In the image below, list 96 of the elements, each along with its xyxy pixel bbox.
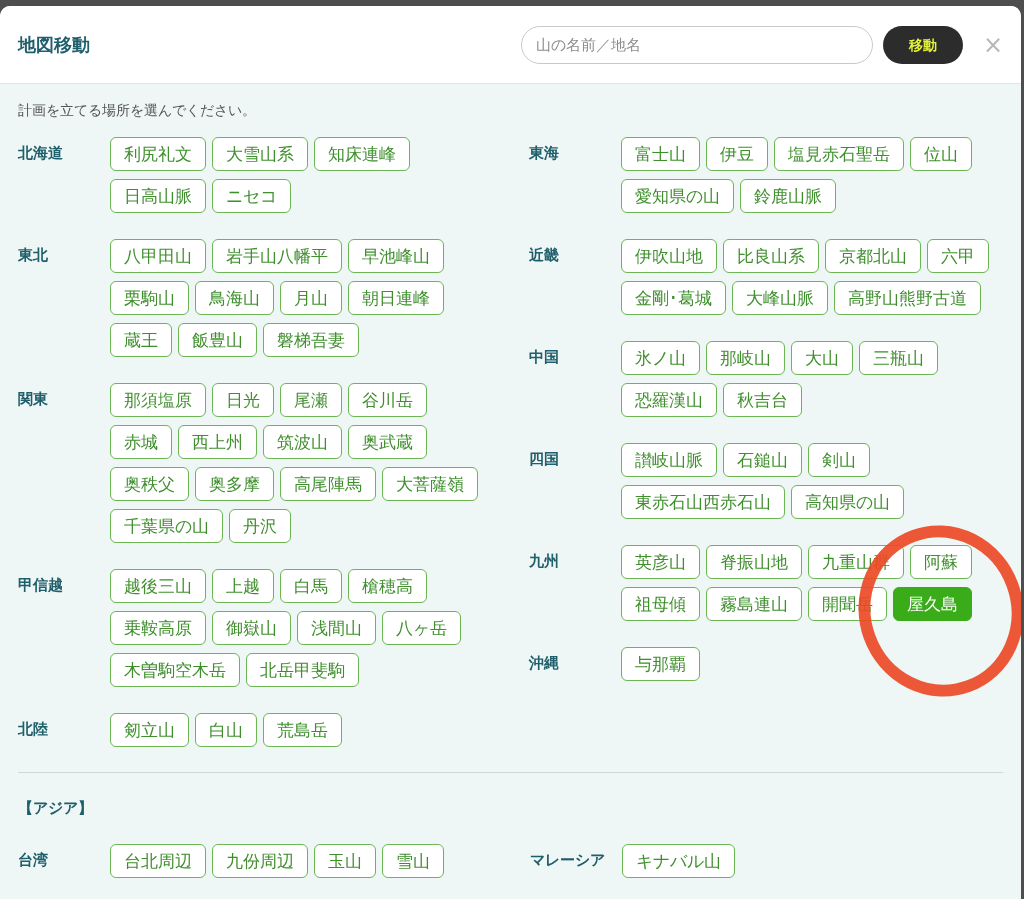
place-chip[interactable]: 荒島岳: [263, 713, 342, 747]
place-chip[interactable]: 千葉県の山: [110, 509, 223, 543]
region-label: 近畿: [529, 245, 561, 265]
place-chip[interactable]: 那須塩原: [110, 383, 206, 417]
place-chip[interactable]: 白馬: [280, 569, 342, 603]
place-chip[interactable]: 石鎚山: [723, 443, 803, 477]
instruction-text: 計画を立てる場所を選んでください。: [18, 102, 257, 120]
place-chip[interactable]: 鈴鹿山脈: [740, 179, 837, 213]
place-chip[interactable]: 比良山系: [723, 239, 820, 273]
place-chip[interactable]: 雪山: [382, 844, 444, 878]
place-chip[interactable]: 八ヶ岳: [382, 611, 461, 645]
place-chip[interactable]: 丹沢: [229, 509, 291, 543]
place-chip[interactable]: 知床連峰: [314, 137, 410, 171]
place-chip[interactable]: 那岐山: [706, 341, 786, 375]
place-chip[interactable]: 大菩薩嶺: [382, 467, 478, 501]
place-chip[interactable]: 与那覇: [621, 647, 701, 681]
place-chip[interactable]: 恐羅漢山: [621, 383, 718, 417]
place-chip[interactable]: 御嶽山: [212, 611, 291, 645]
place-chip[interactable]: 槍穂高: [348, 569, 427, 603]
place-chip[interactable]: 上越: [212, 569, 274, 603]
place-chip[interactable]: 九份周辺: [212, 844, 308, 878]
place-chip[interactable]: 大雪山系: [212, 137, 308, 171]
region-label: 中国: [529, 347, 561, 367]
place-chip[interactable]: 英彦山: [621, 545, 701, 579]
place-chip[interactable]: 飯豊山: [178, 323, 257, 357]
place-chip[interactable]: 愛知県の山: [621, 179, 735, 213]
region-label: 関東: [18, 389, 49, 409]
place-chip[interactable]: 玉山: [314, 844, 376, 878]
place-chip[interactable]: キナバル山: [622, 844, 735, 878]
place-chip[interactable]: 奥多摩: [195, 467, 274, 501]
place-chip[interactable]: 剱立山: [110, 713, 189, 747]
region-label: 北陸: [18, 719, 49, 739]
place-chip[interactable]: 高尾陣馬: [280, 467, 376, 501]
place-chip[interactable]: 東赤石山西赤石山: [621, 485, 786, 519]
place-chip[interactable]: 屋久島: [893, 587, 973, 621]
region-label: 九州: [529, 551, 561, 571]
place-chip[interactable]: 筑波山: [263, 425, 342, 459]
place-chip[interactable]: 八甲田山: [110, 239, 206, 273]
place-chip[interactable]: 大峰山脈: [732, 281, 829, 315]
place-chip[interactable]: 富士山: [621, 137, 701, 171]
place-chip[interactable]: 六甲: [927, 239, 990, 273]
place-chip[interactable]: 鳥海山: [195, 281, 274, 315]
place-chip[interactable]: 岩手山八幡平: [212, 239, 342, 273]
place-chip[interactable]: 赤城: [110, 425, 172, 459]
place-chip[interactable]: 大山: [791, 341, 854, 375]
place-chip[interactable]: 三瓶山: [859, 341, 939, 375]
place-chip[interactable]: 阿蘇: [910, 545, 973, 579]
section-heading: 【アジア】: [18, 799, 94, 818]
place-chip[interactable]: 尾瀬: [280, 383, 342, 417]
place-chip[interactable]: 蔵王: [110, 323, 172, 357]
place-chip[interactable]: 白山: [195, 713, 257, 747]
place-chip[interactable]: 高野山熊野古道: [834, 281, 982, 315]
region-label: 北海道: [18, 143, 64, 163]
place-chip[interactable]: 伊吹山地: [621, 239, 718, 273]
place-chip[interactable]: 日高山脈: [110, 179, 206, 213]
place-chip[interactable]: 北岳甲斐駒: [246, 653, 359, 687]
region-label: 四国: [529, 449, 561, 469]
place-chip[interactable]: 秋吉台: [723, 383, 803, 417]
place-chip[interactable]: 磐梯吾妻: [263, 323, 359, 357]
place-chip[interactable]: 奥秩父: [110, 467, 189, 501]
place-chip[interactable]: 奥武蔵: [348, 425, 427, 459]
place-chip[interactable]: 日光: [212, 383, 274, 417]
place-chip[interactable]: 乗鞍高原: [110, 611, 206, 645]
place-chip[interactable]: 位山: [910, 137, 973, 171]
place-chip[interactable]: 高知県の山: [791, 485, 905, 519]
region-label: 台湾: [18, 850, 49, 870]
place-chip[interactable]: 金剛･葛城: [621, 281, 727, 315]
place-chip[interactable]: 伊豆: [706, 137, 769, 171]
place-chip[interactable]: 越後三山: [110, 569, 206, 603]
place-chip[interactable]: 朝日連峰: [348, 281, 444, 315]
place-chip[interactable]: 西上州: [178, 425, 257, 459]
place-chip[interactable]: 塩見赤石聖岳: [774, 137, 905, 171]
region-label: マレーシア: [530, 850, 606, 870]
place-chip[interactable]: 谷川岳: [348, 383, 427, 417]
region-label: 沖縄: [529, 653, 561, 673]
region-label: 東海: [529, 143, 561, 163]
dialog-title: 地図移動: [18, 32, 91, 57]
region-label: 東北: [18, 245, 49, 265]
place-chip[interactable]: 木曽駒空木岳: [110, 653, 240, 687]
move-button[interactable]: 移動: [882, 25, 963, 64]
place-chip[interactable]: 脊振山地: [706, 545, 803, 579]
place-chip[interactable]: 栗駒山: [110, 281, 189, 315]
place-chip[interactable]: 浅間山: [297, 611, 376, 645]
place-chip[interactable]: 讃岐山脈: [621, 443, 718, 477]
place-chip[interactable]: 台北周辺: [110, 844, 206, 878]
region-label: 甲信越: [18, 575, 64, 595]
place-chip[interactable]: 霧島連山: [706, 587, 803, 621]
place-chip[interactable]: 利尻礼文: [110, 137, 206, 171]
place-chip[interactable]: 氷ノ山: [621, 341, 701, 375]
place-chip[interactable]: ニセコ: [212, 179, 291, 213]
place-chip[interactable]: 京都北山: [825, 239, 922, 273]
search-field[interactable]: 山の名前／地名: [520, 25, 873, 64]
place-chip[interactable]: 月山: [280, 281, 342, 315]
place-chip[interactable]: 祖母傾: [621, 587, 701, 621]
place-chip[interactable]: 剣山: [808, 443, 871, 477]
place-chip[interactable]: 早池峰山: [348, 239, 444, 273]
